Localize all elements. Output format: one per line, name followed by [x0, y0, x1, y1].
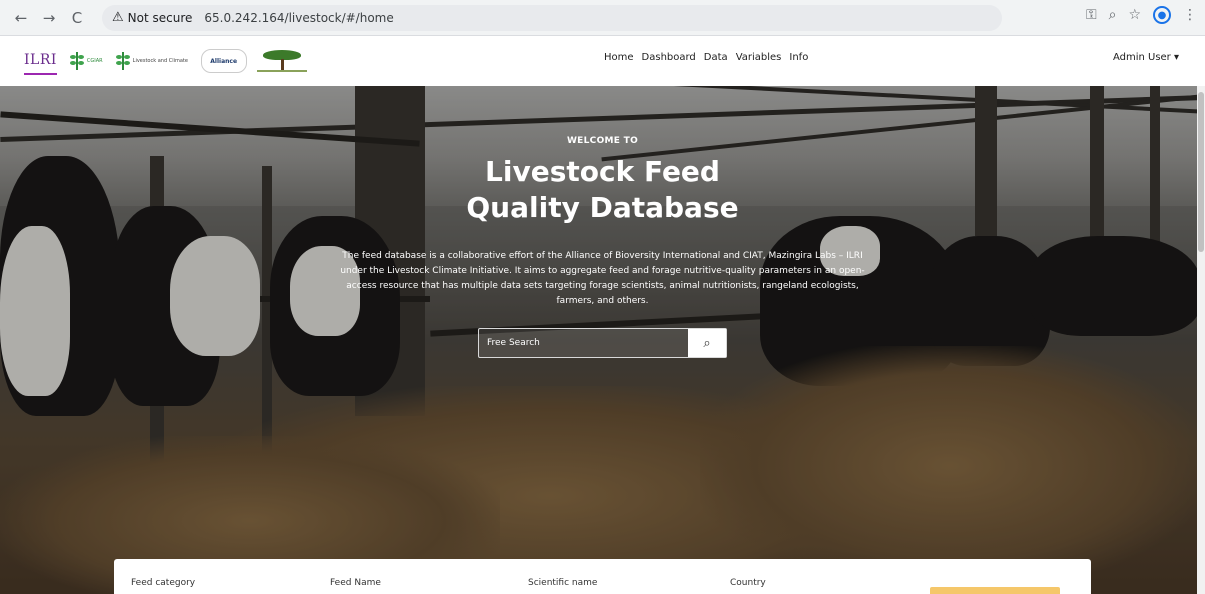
lci-logo: Livestock and Climate: [113, 47, 191, 75]
scientific-name-label: Scientific name: [528, 578, 598, 588]
title-line-2: Quality Database: [466, 191, 739, 224]
feed-category-label: Feed category: [131, 578, 196, 588]
search-input[interactable]: [479, 329, 688, 357]
main-nav: Home Dashboard Data Variables Info: [604, 52, 808, 63]
scroll-thumb[interactable]: [1198, 92, 1204, 252]
site-header: ILRI CGIAR Livestock and Climate Allianc…: [0, 36, 1205, 86]
search-icon: ⌕: [703, 335, 711, 351]
cgiar-logo: CGIAR: [67, 47, 103, 75]
page-title: Livestock Feed Quality Database: [0, 154, 1205, 226]
nav-data[interactable]: Data: [704, 52, 728, 63]
nav-dashboard[interactable]: Dashboard: [642, 52, 696, 63]
nav-variables[interactable]: Variables: [736, 52, 782, 63]
security-label: Not secure: [127, 10, 193, 25]
reload-icon[interactable]: C: [66, 7, 88, 29]
security-indicator[interactable]: ⚠ Not secure: [112, 10, 192, 25]
zoom-icon[interactable]: ⌕: [1109, 7, 1117, 23]
menu-icon[interactable]: ⋮: [1183, 7, 1197, 23]
nav-info[interactable]: Info: [789, 52, 808, 63]
url-text[interactable]: 65.0.242.164/livestock/#/home: [204, 11, 393, 25]
intro-text: The feed database is a collaborative eff…: [340, 251, 865, 306]
warning-icon: ⚠: [112, 10, 124, 25]
nav-home[interactable]: Home: [604, 52, 634, 63]
feed-name-label: Feed Name: [330, 578, 381, 588]
star-icon[interactable]: ☆: [1128, 7, 1141, 23]
hero-section: WELCOME TO Livestock Feed Quality Databa…: [0, 86, 1205, 594]
key-icon[interactable]: ⚿: [1086, 7, 1097, 23]
ilri-logo[interactable]: ILRI: [24, 47, 57, 75]
profile-icon[interactable]: ●: [1153, 6, 1171, 24]
country-label: Country: [730, 578, 766, 588]
address-bar[interactable]: ⚠ Not secure 65.0.242.164/livestock/#/ho…: [102, 4, 1002, 31]
wheat-icon: [113, 50, 133, 72]
search-button[interactable]: ⌕: [688, 329, 726, 357]
admin-user-menu[interactable]: Admin User ▾: [1113, 52, 1179, 63]
wheat-icon: [67, 50, 87, 72]
back-icon[interactable]: ←: [10, 7, 32, 29]
browser-toolbar: ← → C ⚠ Not secure 65.0.242.164/livestoc…: [0, 0, 1205, 36]
alliance-logo: Alliance: [200, 47, 247, 75]
free-search: ⌕: [478, 328, 727, 358]
partner-logos: ILRI CGIAR Livestock and Climate Allianc…: [0, 47, 307, 75]
filter-card: Feed category Feed Name Scientific name …: [114, 559, 1091, 594]
tree-logo: [256, 47, 307, 75]
title-line-1: Livestock Feed: [485, 155, 720, 188]
welcome-label: WELCOME TO: [566, 136, 639, 146]
forward-icon[interactable]: →: [38, 7, 60, 29]
filter-search-button[interactable]: [930, 587, 1060, 594]
